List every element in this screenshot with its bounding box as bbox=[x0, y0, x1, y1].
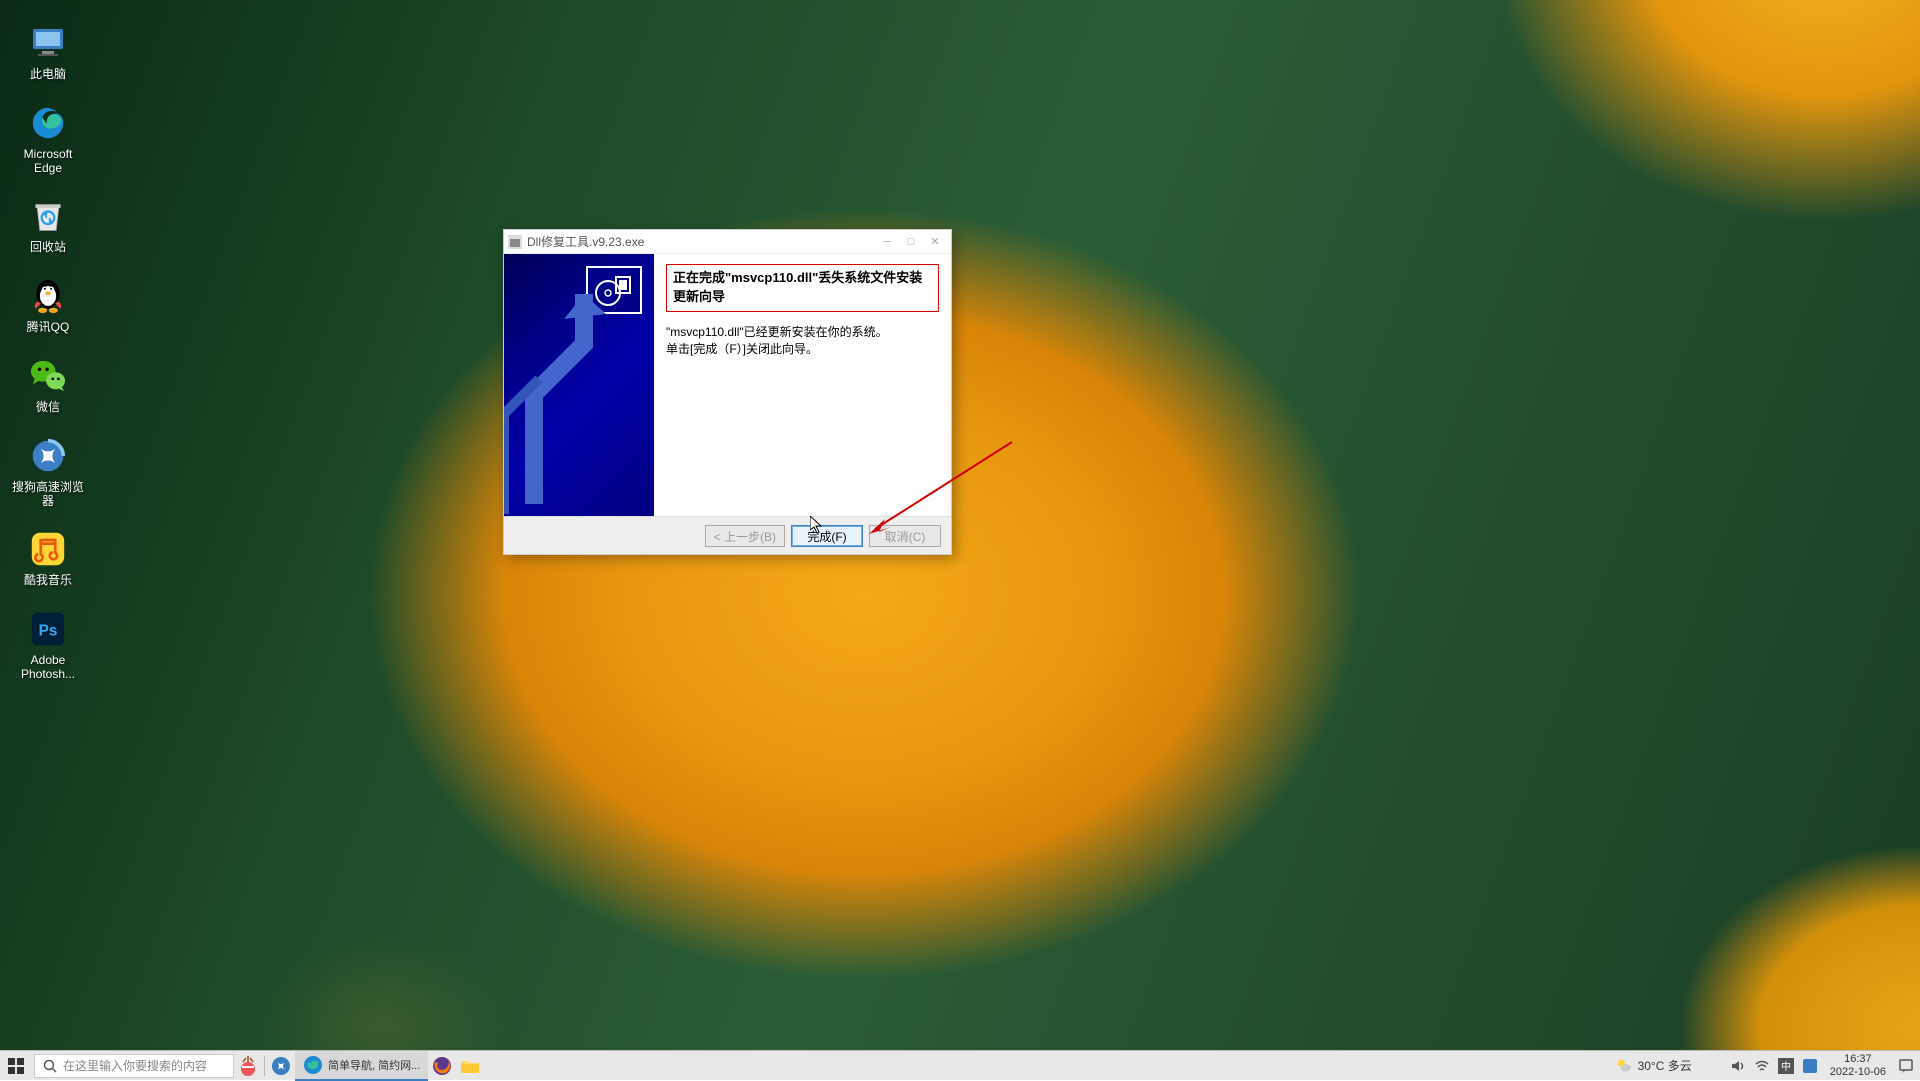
taskbar-date: 2022-10-06 bbox=[1830, 1066, 1886, 1078]
qq-icon[interactable]: 腾讯QQ bbox=[8, 271, 88, 339]
minimize-button[interactable]: ─ bbox=[881, 236, 893, 248]
svg-text:Ps: Ps bbox=[39, 622, 58, 639]
taskbar-clock[interactable]: 16:37 2022-10-06 bbox=[1826, 1053, 1890, 1077]
weather-text: 30°C 多云 bbox=[1638, 1057, 1692, 1074]
icon-label: 此电脑 bbox=[30, 68, 66, 82]
icon-label: 搜狗高速浏览器 bbox=[12, 481, 84, 509]
icon-label: 酷我音乐 bbox=[24, 574, 72, 588]
tray-onedrive-icon[interactable] bbox=[1706, 1058, 1722, 1074]
edge-icon[interactable]: Microsoft Edge bbox=[8, 98, 88, 180]
taskbar-explorer[interactable] bbox=[456, 1051, 484, 1081]
penguin-icon bbox=[27, 275, 69, 317]
dialog-title: Dll修复工具.v9.23.exe bbox=[527, 233, 881, 250]
taskbar-sogou[interactable] bbox=[267, 1051, 295, 1081]
icon-label: Microsoft Edge bbox=[12, 148, 84, 176]
ps-app-icon: Ps bbox=[27, 608, 69, 650]
computer-icon bbox=[27, 22, 69, 64]
icon-label: Adobe Photosh... bbox=[12, 654, 84, 682]
icon-label: 回收站 bbox=[30, 241, 66, 255]
recycle-bin-icon[interactable]: 回收站 bbox=[8, 191, 88, 259]
chat-bubble-icon bbox=[27, 355, 69, 397]
close-button[interactable]: ✕ bbox=[929, 236, 941, 248]
tray-notifications-icon[interactable] bbox=[1898, 1058, 1914, 1074]
taskbar-search[interactable]: 在这里输入你要搜索的内容 bbox=[34, 1054, 234, 1078]
taskbar-time: 16:37 bbox=[1830, 1053, 1886, 1065]
tray-ime-icon[interactable]: 中 bbox=[1778, 1058, 1794, 1074]
wizard-heading: 正在完成"msvcp110.dll"丢失系统文件安装更新向导 bbox=[666, 264, 939, 312]
trash-icon bbox=[27, 195, 69, 237]
dialog-footer: < 上一步(B) 完成(F) 取消(C) bbox=[504, 516, 951, 554]
svg-text:中: 中 bbox=[1781, 1060, 1791, 1073]
icon-label: 腾讯QQ bbox=[27, 321, 70, 335]
window-controls: ─ □ ✕ bbox=[881, 236, 947, 248]
taskbar-app-food[interactable] bbox=[234, 1051, 262, 1081]
browser-globe-icon bbox=[27, 435, 69, 477]
photoshop-icon[interactable]: Ps Adobe Photosh... bbox=[8, 604, 88, 686]
app-icon bbox=[508, 235, 522, 249]
dialog-content: 正在完成"msvcp110.dll"丢失系统文件安装更新向导 "msvcp110… bbox=[654, 254, 951, 516]
wizard-text-1: "msvcp110.dll"已经更新安装在你的系统。 bbox=[666, 324, 939, 341]
taskbar-window-title: 简单导航, 简约网... bbox=[328, 1057, 420, 1073]
edge-icon-small bbox=[303, 1055, 323, 1075]
windows-logo-icon bbox=[8, 1058, 24, 1074]
wizard-side-banner bbox=[504, 254, 654, 516]
taskbar-firefox[interactable] bbox=[428, 1051, 456, 1081]
search-placeholder: 在这里输入你要搜索的内容 bbox=[63, 1057, 207, 1074]
desktop-icons-column: 此电脑 Microsoft Edge 回收站 腾讯QQ 微信 bbox=[8, 18, 88, 686]
wechat-icon[interactable]: 微信 bbox=[8, 351, 88, 419]
taskbar-weather[interactable]: 30°C 多云 bbox=[1607, 1057, 1700, 1075]
kuwo-music-icon[interactable]: 酷我音乐 bbox=[8, 524, 88, 592]
music-app-icon bbox=[27, 528, 69, 570]
taskbar-edge-window[interactable]: 简单导航, 简约网... bbox=[295, 1051, 428, 1081]
taskbar: 在这里输入你要搜索的内容 简单导航, 简约网... 30°C 多云 中 16:3… bbox=[0, 1050, 1920, 1080]
system-tray: 中 16:37 2022-10-06 bbox=[1700, 1053, 1920, 1077]
tray-security-icon[interactable] bbox=[1802, 1058, 1818, 1074]
banner-graphic bbox=[504, 254, 654, 516]
taskbar-divider bbox=[264, 1056, 265, 1076]
edge-browser-icon bbox=[27, 102, 69, 144]
dialog-body: 正在完成"msvcp110.dll"丢失系统文件安装更新向导 "msvcp110… bbox=[504, 254, 951, 516]
back-button: < 上一步(B) bbox=[705, 525, 785, 547]
maximize-button[interactable]: □ bbox=[905, 236, 917, 248]
finish-button[interactable]: 完成(F) bbox=[791, 525, 863, 547]
weather-cloudy-icon bbox=[1615, 1057, 1633, 1075]
icon-label: 微信 bbox=[36, 401, 60, 415]
dialog-titlebar[interactable]: Dll修复工具.v9.23.exe ─ □ ✕ bbox=[504, 230, 951, 254]
wizard-text-2: 单击[完成（F）]关闭此向导。 bbox=[666, 341, 939, 358]
sogou-browser-icon[interactable]: 搜狗高速浏览器 bbox=[8, 431, 88, 513]
start-button[interactable] bbox=[0, 1051, 32, 1081]
search-icon bbox=[43, 1059, 57, 1073]
tray-wifi-icon[interactable] bbox=[1754, 1058, 1770, 1074]
this-pc-icon[interactable]: 此电脑 bbox=[8, 18, 88, 86]
installer-dialog: Dll修复工具.v9.23.exe ─ □ ✕ 正在完成"msvcp110.dl… bbox=[503, 229, 952, 555]
tray-volume-icon[interactable] bbox=[1730, 1058, 1746, 1074]
cancel-button: 取消(C) bbox=[869, 525, 941, 547]
desktop-background[interactable]: 此电脑 Microsoft Edge 回收站 腾讯QQ 微信 bbox=[0, 0, 1920, 1080]
